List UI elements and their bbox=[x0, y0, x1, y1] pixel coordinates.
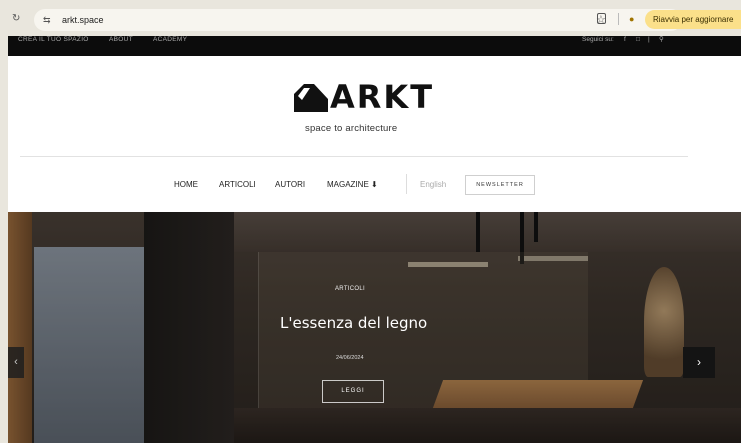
slider-next-button[interactable]: › bbox=[683, 347, 715, 378]
hero-date: 24/06/2024 bbox=[336, 355, 364, 361]
topbar-link-about[interactable]: About bbox=[109, 36, 133, 44]
download-icon: ⬇ bbox=[371, 180, 378, 189]
site-logo-text[interactable]: ARKT bbox=[330, 80, 434, 114]
site-info-icon[interactable]: ⇆ bbox=[43, 14, 51, 26]
topbar-link-academy[interactable]: Academy bbox=[153, 36, 187, 44]
nav-divider bbox=[406, 174, 407, 194]
read-more-button[interactable]: LEGGI bbox=[322, 380, 384, 403]
arkt-logo-icon[interactable] bbox=[294, 84, 328, 112]
hero-category[interactable]: ARTICOLI bbox=[335, 285, 365, 293]
update-button[interactable]: Riavvia per aggiornare bbox=[645, 10, 741, 29]
instagram-icon[interactable]: □ bbox=[636, 36, 640, 44]
language-switch[interactable]: English bbox=[420, 180, 446, 190]
topbar-divider: | bbox=[648, 36, 650, 43]
chevron-left-icon: ‹ bbox=[14, 356, 18, 368]
site-topbar: Crea il tuo spazio About Academy Seguici… bbox=[8, 36, 741, 56]
hero-title[interactable]: L'essenza del legno bbox=[280, 313, 427, 333]
reload-icon[interactable]: ↻ bbox=[12, 14, 20, 24]
header-divider bbox=[20, 156, 688, 157]
topbar-link-crea[interactable]: Crea il tuo spazio bbox=[18, 36, 89, 44]
profile-icon[interactable]: ● bbox=[629, 13, 634, 25]
browser-chrome: ↻ ⇆ arkt.space ☆ ● Riavvia per aggiornar… bbox=[0, 0, 741, 36]
nav-articoli[interactable]: ARTICOLI bbox=[219, 180, 256, 190]
facebook-icon[interactable]: f bbox=[624, 36, 626, 44]
slider-prev-button[interactable]: ‹ bbox=[8, 347, 24, 378]
chevron-right-icon: › bbox=[697, 355, 701, 369]
site-header: ARKT space to architecture HOME ARTICOLI… bbox=[8, 56, 741, 212]
nav-magazine[interactable]: MAGAZINE ⬇ bbox=[327, 180, 378, 190]
nav-autori[interactable]: AUTORI bbox=[275, 180, 305, 190]
newsletter-button[interactable]: NEWSLETTER bbox=[465, 175, 535, 195]
search-icon[interactable]: ⚲ bbox=[659, 36, 664, 44]
nav-home[interactable]: HOME bbox=[174, 180, 198, 190]
address-bar-url[interactable]: arkt.space bbox=[62, 14, 104, 26]
address-bar[interactable]: ⇆ arkt.space ☆ bbox=[34, 9, 682, 31]
extensions-icon[interactable] bbox=[597, 13, 606, 24]
hero-slider[interactable]: ARTICOLI L'essenza del legno 24/06/2024 … bbox=[8, 212, 741, 443]
nav-magazine-label: MAGAZINE bbox=[327, 180, 369, 189]
site-tagline: space to architecture bbox=[305, 123, 398, 134]
toolbar-divider bbox=[618, 13, 619, 25]
topbar-follow-label: Seguici su: bbox=[582, 36, 614, 43]
